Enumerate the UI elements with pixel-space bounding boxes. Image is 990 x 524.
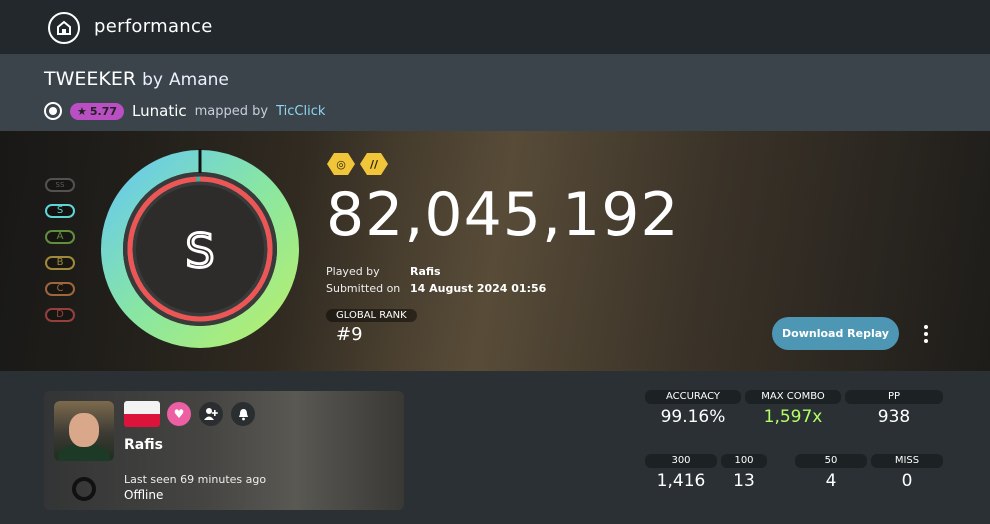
stat-100: 100 13 xyxy=(721,454,767,491)
star-rating-value: 5.77 xyxy=(89,104,118,118)
download-replay-button[interactable]: Download Replay xyxy=(772,317,899,350)
played-by-label: Played by xyxy=(326,265,380,278)
grade-pill-c: C xyxy=(45,282,75,296)
mapper-link[interactable]: TicClick xyxy=(276,104,325,119)
beatmap-header: TWEEKER by Amane ★ 5.77 Lunatic mapped b… xyxy=(0,54,990,131)
difficulty-row: ★ 5.77 Lunatic mapped by TicClick xyxy=(44,100,325,122)
home-icon[interactable] xyxy=(48,12,80,44)
mods-list: ◎ // xyxy=(327,153,388,175)
stat-accuracy-value: 99.16% xyxy=(660,407,726,427)
player-card[interactable]: ♥ Rafis Last seen 69 minutes ago Offline xyxy=(44,391,404,510)
stat-300: 300 1,416 xyxy=(645,454,717,491)
mod-hidden-icon[interactable]: ◎ xyxy=(327,153,355,175)
add-friend-icon[interactable] xyxy=(199,402,223,426)
grade-list: SS S A B C D xyxy=(45,178,75,334)
avatar[interactable] xyxy=(54,401,114,461)
online-status-icon xyxy=(72,477,96,501)
submitted-on-label: Submitted on xyxy=(326,282,401,295)
stat-pp: PP 938 xyxy=(845,390,943,427)
country-flag-icon[interactable] xyxy=(124,401,160,427)
notification-bell-icon[interactable] xyxy=(231,402,255,426)
beatmap-title-line[interactable]: TWEEKER by Amane xyxy=(44,68,229,90)
online-status-text: Offline xyxy=(124,488,164,502)
more-options-icon[interactable] xyxy=(916,322,936,346)
stat-pp-label: PP xyxy=(845,390,943,404)
global-rank: GLOBAL RANK #9 xyxy=(326,309,417,345)
grade-pill-b: B xyxy=(45,256,75,270)
global-rank-label: GLOBAL RANK xyxy=(326,309,417,322)
stat-max-combo: MAX COMBO 1,597x xyxy=(745,390,841,427)
stat-miss-label: MISS xyxy=(871,454,943,468)
grade-letter: S xyxy=(185,224,214,278)
ruleset-osu-icon xyxy=(44,102,62,120)
stat-max-combo-value: 1,597x xyxy=(763,407,823,427)
stat-pp-value: 938 xyxy=(877,407,911,427)
stat-accuracy: ACCURACY 99.16% xyxy=(645,390,741,427)
grade-pill-a: A xyxy=(45,230,75,244)
star-rating-badge: ★ 5.77 xyxy=(70,102,125,120)
mod-double-time-icon[interactable]: // xyxy=(360,153,388,175)
grade-pill-d: D xyxy=(45,308,75,322)
played-by-value[interactable]: Rafis xyxy=(410,263,441,280)
page-section-title: performance xyxy=(94,16,213,37)
stat-miss-value: 0 xyxy=(901,471,913,491)
submitted-on-value: 14 August 2024 01:56 xyxy=(410,282,547,295)
stat-miss: MISS 0 xyxy=(871,454,943,491)
score-meta: Played by Rafis Submitted on 14 August 2… xyxy=(326,263,546,297)
global-rank-value: #9 xyxy=(336,324,363,345)
stat-accuracy-label: ACCURACY xyxy=(645,390,741,404)
mapped-by-label: mapped by xyxy=(194,103,269,119)
total-score: 82,045,192 xyxy=(326,180,680,250)
last-seen-text: Last seen 69 minutes ago xyxy=(124,473,267,486)
grade-pill-ss: SS xyxy=(45,178,75,192)
star-icon: ★ xyxy=(77,104,87,118)
stat-50-value: 4 xyxy=(825,471,837,491)
stat-300-label: 300 xyxy=(645,454,717,468)
accuracy-ring: S xyxy=(101,149,299,348)
stat-50-label: 50 xyxy=(795,454,867,468)
top-bar: performance xyxy=(0,0,990,54)
stat-50: 50 4 xyxy=(795,454,867,491)
difficulty-name: Lunatic xyxy=(132,102,187,120)
stat-100-value: 13 xyxy=(733,471,755,491)
beatmap-title: TWEEKER xyxy=(44,68,137,90)
support-heart-icon[interactable]: ♥ xyxy=(167,402,191,426)
stat-max-combo-label: MAX COMBO xyxy=(745,390,841,404)
player-name[interactable]: Rafis xyxy=(124,437,163,453)
beatmap-artist-prefix: by xyxy=(142,70,163,90)
stat-300-value: 1,416 xyxy=(656,471,706,491)
grade-pill-s: S xyxy=(45,204,75,218)
beatmap-artist: Amane xyxy=(169,70,229,90)
stat-100-label: 100 xyxy=(721,454,767,468)
